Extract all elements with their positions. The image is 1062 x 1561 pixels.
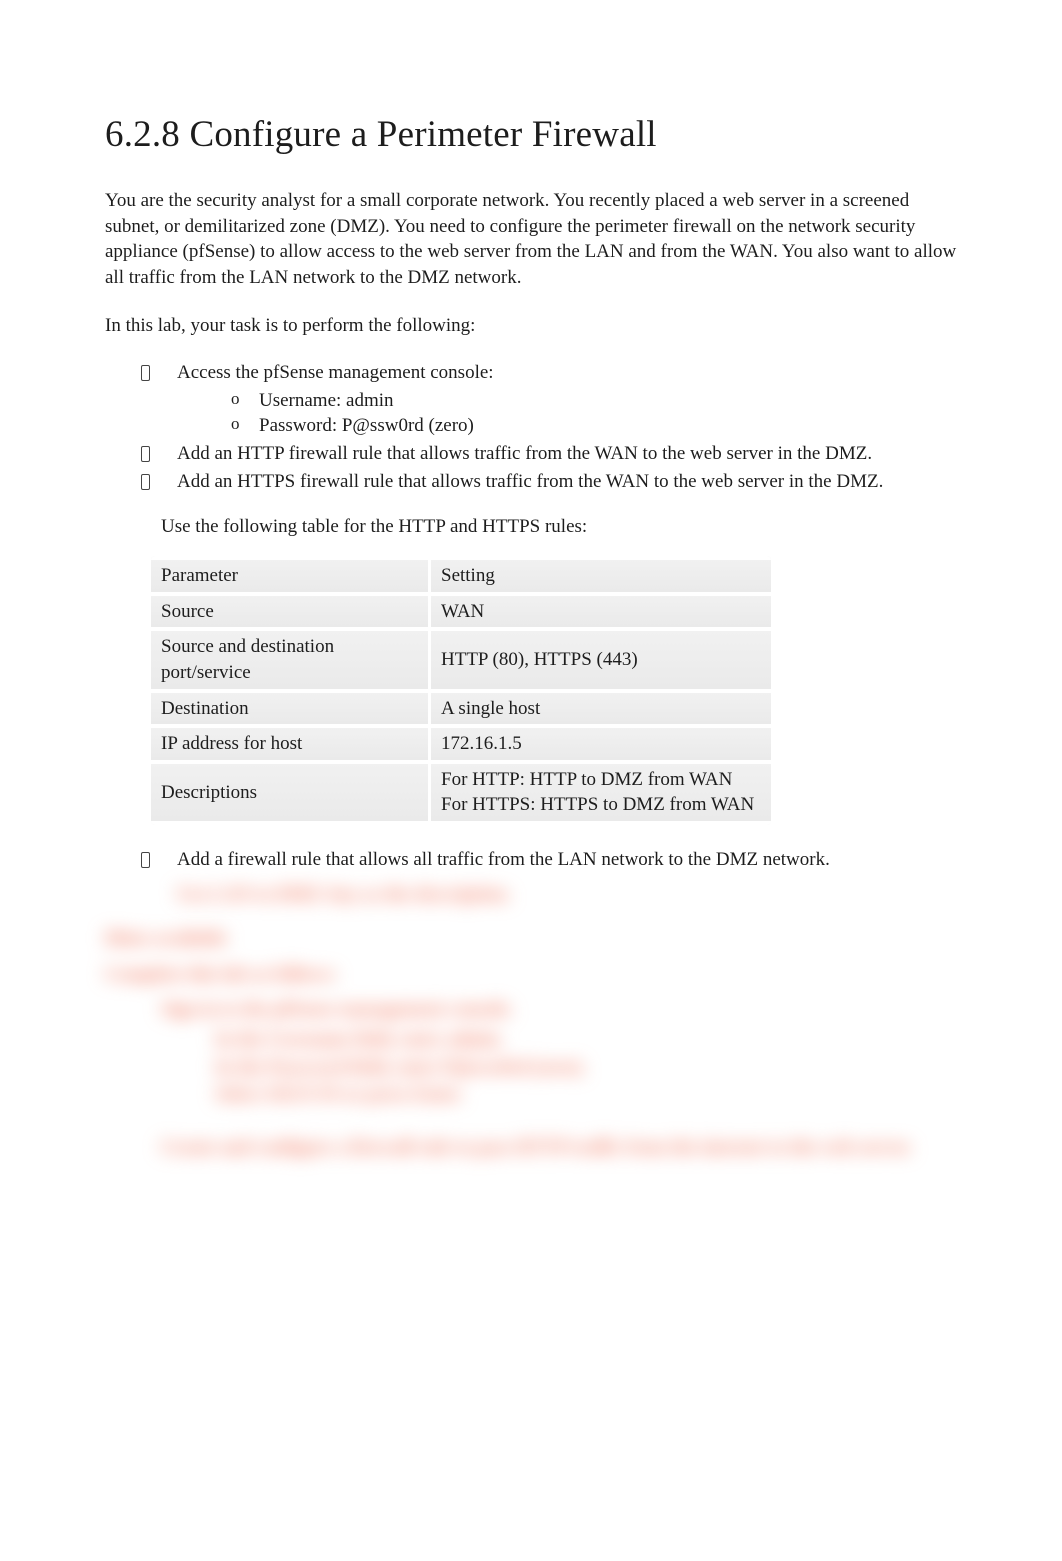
intro-paragraph-2: In this lab, your task is to perform the… [105,313,957,339]
task-https-rule: Add an HTTPS firewall rule that allows t… [141,469,957,495]
intro-paragraph-1: You are the security analyst for a small… [105,188,957,291]
table-row: Descriptions For HTTP: HTTP to DMZ from … [151,764,771,825]
rules-table: Parameter Setting Source WAN Source and … [151,556,771,825]
table-row: Parameter Setting [151,556,771,596]
blurred-content-main: Hints available Complete this lab as fol… [105,926,957,1161]
task-lan-rule: Add a firewall rule that allows all traf… [141,847,957,908]
table-row: IP address for host 172.16.1.5 [151,728,771,764]
blur-step-1a: In the Username field, enter admin. [215,1027,957,1053]
page-title: 6.2.8 Configure a Perimeter Firewall [105,110,957,160]
cell-param: Descriptions [151,764,431,825]
cell-setting: HTTP (80), HTTPS (443) [431,631,771,692]
cell-param: IP address for host [151,728,431,764]
cell-setting: 172.16.1.5 [431,728,771,764]
cell-setting: Setting [431,556,771,596]
cell-setting: For HTTP: HTTP to DMZ from WANFor HTTPS:… [431,764,771,825]
task-access-console: Access the pfSense management console: U… [141,360,957,439]
blurred-content: Use LAN to DMZ Any as the description. [177,882,957,908]
blur-step-1: Sign in to the pfSense management consol… [161,997,957,1023]
task-list: Access the pfSense management console: U… [141,360,957,494]
cell-param: Source and destination port/service [151,631,431,692]
username-line: Username: admin [231,388,957,414]
blur-desc-line: Use LAN to DMZ Any as the description. [177,882,957,908]
cell-setting: WAN [431,596,771,632]
blur-step-1b: In the Password field, enter P@ssw0rd (z… [215,1055,957,1081]
console-credentials-list: Username: admin Password: P@ssw0rd (zero… [231,388,957,439]
cell-param: Destination [151,693,431,729]
task-access-label: Access the pfSense management console: [177,362,494,383]
task-http-rule: Add an HTTP firewall rule that allows tr… [141,441,957,467]
table-row: Source and destination port/service HTTP… [151,631,771,692]
task-list-2: Add a firewall rule that allows all traf… [141,847,957,908]
task-lan-label: Add a firewall rule that allows all traf… [177,849,830,870]
blur-step-2: Create and configure a firewall rule to … [161,1135,957,1161]
blur-hints: Hints available [105,926,957,952]
table-row: Source WAN [151,596,771,632]
cell-param: Source [151,596,431,632]
password-line: Password: P@ssw0rd (zero) [231,413,957,439]
cell-setting: A single host [431,693,771,729]
blur-step-1c: Select SIGN IN or press Enter. [215,1082,957,1108]
table-intro: Use the following table for the HTTP and… [161,514,957,540]
cell-param: Parameter [151,556,431,596]
table-row: Destination A single host [151,693,771,729]
blur-complete: Complete this lab as follows: [105,962,957,988]
